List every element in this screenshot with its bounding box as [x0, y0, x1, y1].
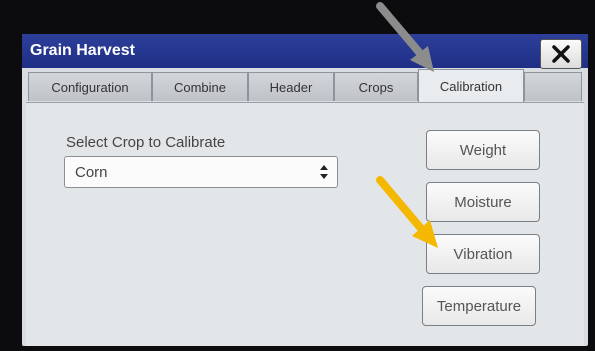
yellow-arrow-icon: [376, 176, 438, 248]
annotation-arrows: [376, 2, 438, 248]
gray-arrow-icon: [376, 2, 434, 72]
